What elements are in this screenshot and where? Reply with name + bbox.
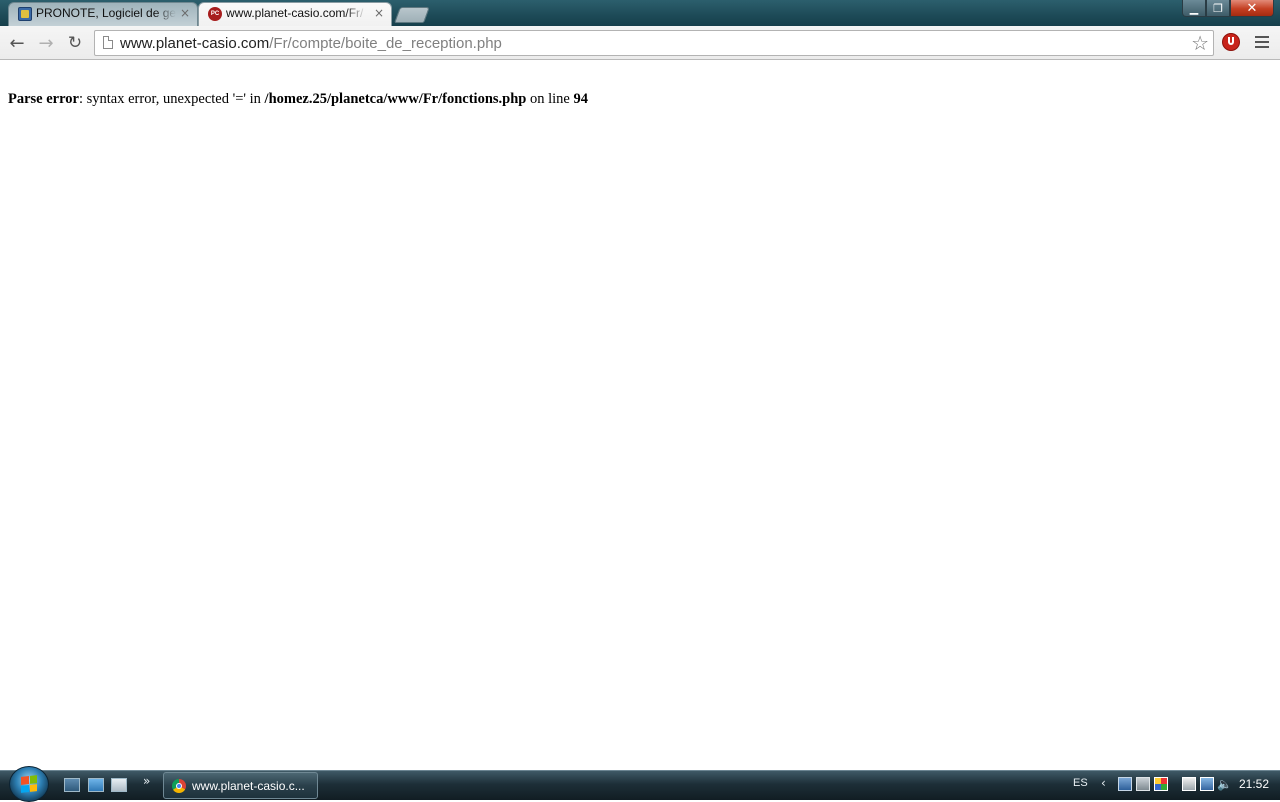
new-tab-button[interactable] bbox=[394, 7, 430, 23]
menu-icon[interactable] bbox=[1255, 36, 1269, 51]
url-path: /Fr/compte/boite_de_reception.php bbox=[269, 35, 502, 52]
taskbar-clock[interactable]: 21:52 bbox=[1239, 777, 1269, 791]
error-text: : syntax error, unexpected '=' in bbox=[78, 91, 265, 107]
windows-start-icon[interactable] bbox=[9, 766, 49, 802]
language-indicator[interactable]: ES bbox=[1073, 777, 1088, 789]
tab-close-icon[interactable]: × bbox=[180, 6, 190, 20]
safely-remove-tray-icon[interactable] bbox=[1182, 777, 1196, 791]
page-icon bbox=[103, 36, 113, 49]
tab-close-icon[interactable]: × bbox=[374, 6, 384, 20]
php-error-message: Parse error: syntax error, unexpected '=… bbox=[8, 91, 588, 108]
planet-casio-favicon-icon: PC bbox=[208, 7, 222, 21]
address-bar[interactable]: www.planet-casio.com/Fr/compte/boite_de_… bbox=[94, 30, 1214, 56]
maximize-button[interactable]: ❐ bbox=[1206, 0, 1230, 17]
quick-launch-more-icon[interactable]: » bbox=[143, 774, 150, 788]
stop-extension-icon[interactable] bbox=[1222, 33, 1240, 51]
page-content: Parse error: syntax error, unexpected '=… bbox=[0, 61, 1280, 770]
close-window-button[interactable]: ✕ bbox=[1230, 0, 1274, 17]
quick-launch-icon[interactable] bbox=[88, 778, 104, 792]
device-tray-icon[interactable] bbox=[1136, 777, 1150, 791]
chrome-icon bbox=[172, 779, 186, 793]
show-desktop-icon[interactable] bbox=[64, 778, 80, 792]
url-text[interactable]: www.planet-casio.com/Fr/compte/boite_de_… bbox=[120, 35, 502, 52]
error-line-number: 94 bbox=[573, 91, 588, 107]
error-on-line: on line bbox=[526, 91, 574, 107]
error-label: Parse error bbox=[8, 91, 79, 107]
pronote-favicon-icon bbox=[18, 7, 32, 21]
taskbar-chrome-window[interactable]: www.planet-casio.c... bbox=[163, 772, 318, 799]
app-tray-icon[interactable] bbox=[1154, 777, 1168, 791]
window-titlebar: PRONOTE, Logiciel de gest × PC www.plane… bbox=[0, 0, 1280, 26]
volume-icon[interactable]: 🔈 bbox=[1217, 777, 1232, 791]
minimize-button[interactable]: ▁ bbox=[1182, 0, 1206, 17]
forward-button[interactable]: → bbox=[35, 32, 57, 54]
network-tray-icon[interactable] bbox=[1118, 777, 1132, 791]
window-controls: ▁ ❐ ✕ bbox=[1182, 0, 1274, 18]
tab-planet-casio[interactable]: PC www.planet-casio.com/Fr/ × bbox=[198, 2, 392, 26]
bookmark-star-icon[interactable]: ☆ bbox=[1191, 32, 1209, 54]
connection-tray-icon[interactable] bbox=[1200, 777, 1214, 791]
tray-expand-icon[interactable]: ‹ bbox=[1101, 776, 1106, 790]
url-host: www.planet-casio.com bbox=[120, 35, 270, 52]
tab-title: www.planet-casio.com/Fr/ bbox=[226, 6, 364, 20]
back-button[interactable]: ← bbox=[6, 32, 28, 54]
taskbar-window-label: www.planet-casio.c... bbox=[192, 779, 305, 793]
tab-title: PRONOTE, Logiciel de gest bbox=[36, 6, 176, 20]
browser-toolbar: ← → ↻ www.planet-casio.com/Fr/compte/boi… bbox=[0, 26, 1280, 60]
switch-windows-icon[interactable] bbox=[111, 778, 127, 792]
error-file: /homez.25/planetca/www/Fr/fonctions.php bbox=[264, 91, 527, 107]
reload-button[interactable]: ↻ bbox=[64, 32, 86, 54]
tab-pronote[interactable]: PRONOTE, Logiciel de gest × bbox=[8, 2, 198, 26]
